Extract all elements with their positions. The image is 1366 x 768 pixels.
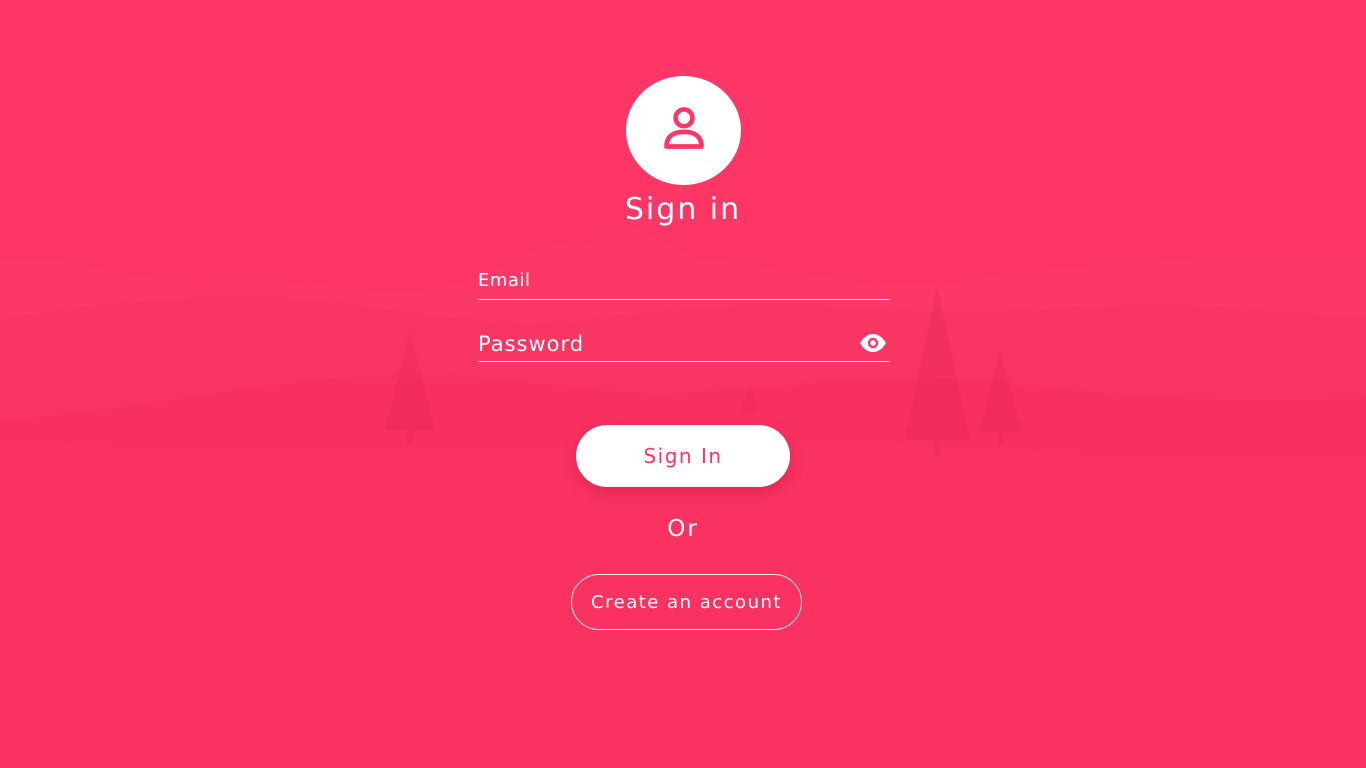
avatar [626,76,741,185]
password-field-container [478,325,890,362]
separator-text: Or [667,516,699,542]
create-account-button[interactable]: Create an account [571,574,802,630]
user-icon [656,101,712,161]
email-field[interactable] [478,268,848,292]
page-title: Sign in [624,192,742,227]
eye-icon[interactable] [858,331,888,355]
password-field[interactable] [478,330,848,358]
sign-in-button[interactable]: Sign In [576,425,790,487]
email-field-container [478,262,890,300]
